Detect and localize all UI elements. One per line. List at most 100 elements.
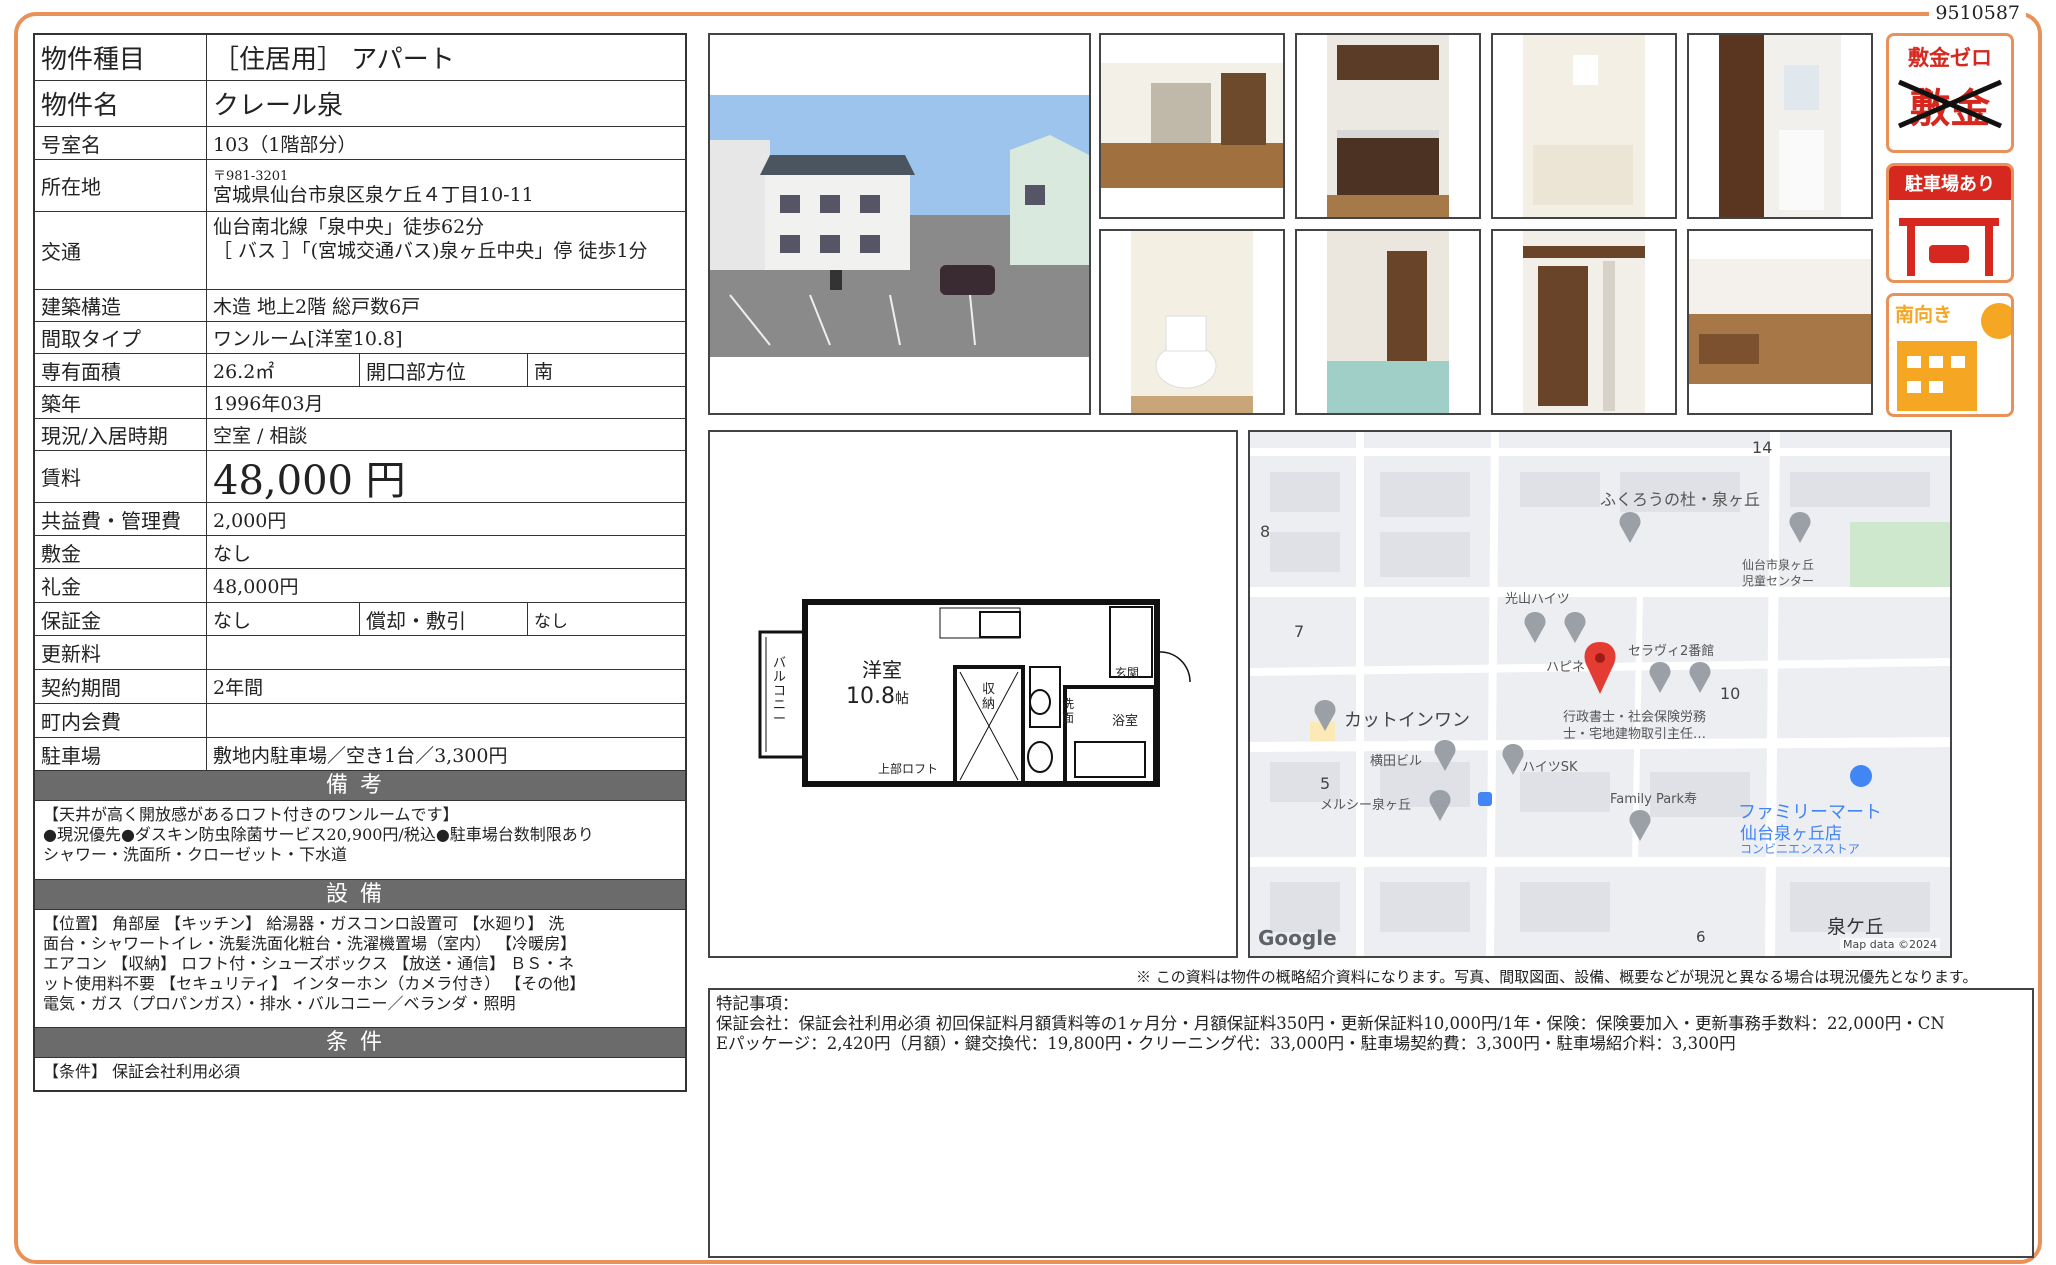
map-label: ハピネ	[1546, 660, 1586, 675]
contract-value: 2年間	[213, 677, 264, 699]
interior-photo-8	[1687, 229, 1873, 415]
room-label: 号室名	[35, 127, 207, 159]
contract-label: 契約期間	[35, 670, 207, 703]
special-notes-line: 保証会社：保証会社利用必須 初回保証料月額賃料等の1ヶ月分・月額保証料350円・…	[716, 1014, 1945, 1033]
interior-photo-5	[1099, 229, 1285, 415]
interior-photo-2	[1295, 33, 1481, 219]
cross-icon	[1898, 79, 2002, 129]
interior-photo-5-image	[1131, 231, 1253, 413]
assoc-value	[207, 704, 685, 737]
map-label: ハイツSK	[1522, 760, 1578, 775]
address-cell: 〒981-3201 宮城県仙台市泉区泉ケ丘４丁目10-11	[207, 160, 685, 211]
row-association: 町内会費	[35, 704, 685, 738]
parking-badge: 駐車場あり	[1886, 163, 2014, 283]
interior-photo-2-image	[1327, 35, 1449, 217]
row-fee: 共益費・管理費 2,000円	[35, 503, 685, 536]
type-label: 物件種目	[35, 35, 207, 80]
map-label: 横田ビル	[1370, 754, 1423, 769]
built-label: 築年	[35, 387, 207, 418]
google-logo: Google	[1258, 926, 1337, 950]
name-label: 物件名	[35, 81, 207, 126]
type-value: ［住居用］ アパート	[213, 45, 455, 75]
assoc-label: 町内会費	[35, 704, 207, 737]
conditions-header: 条件	[35, 1028, 685, 1058]
parking-label: 駐車場	[35, 738, 207, 770]
balcony-label: バルコニー	[773, 656, 787, 727]
deposit-zero-badge: 敷金ゼロ 敷金	[1886, 33, 2014, 153]
deposit-label: 敷金	[35, 536, 207, 568]
row-room: 号室名 103（1階部分）	[35, 127, 685, 160]
row-contract: 契約期間 2年間	[35, 670, 685, 704]
structure-value: 木造 地上2階 総戸数6戸	[213, 296, 421, 318]
disclaimer-note: ※ この資料は物件の概略紹介資料になります。写真、間取図面、設備、概要などが現況…	[1136, 968, 1978, 986]
map-label: セラヴィ2番館	[1628, 644, 1715, 659]
document-id: 9510587	[1929, 2, 2026, 24]
area-label: 専有面積	[35, 354, 207, 386]
map-label: 6	[1696, 928, 1706, 946]
map-label: 7	[1294, 622, 1305, 641]
entrance-label: 玄関	[1115, 666, 1140, 680]
row-deposit: 敷金 なし	[35, 536, 685, 569]
facilities-line: 【位置】 角部屋 【キッチン】 給湯器・ガスコンロ設置可 【水廻り】 洗	[43, 914, 565, 933]
washroom-label: 洗面	[1062, 697, 1075, 725]
map-label: 光山ハイツ	[1505, 592, 1570, 607]
map-label: Family Park寿	[1610, 792, 1698, 807]
facilities-line: 電気・ガス（プロパンガス）・排水・バルコニー／ベランダ・照明	[43, 994, 516, 1013]
special-notes-line: Eパッケージ：2,420円（月額）・鍵交換代：19,800円・クリーニング代：3…	[716, 1034, 1736, 1053]
map-label: 10	[1720, 684, 1741, 703]
rent-label: 賃料	[35, 451, 207, 502]
remarks-line: ●現況優先●ダスキン防虫除菌サービス20,900円/税込●駐車場台数制限あり	[43, 825, 594, 844]
map-label: 児童センター	[1742, 574, 1815, 588]
interior-photo-8-image	[1689, 259, 1871, 384]
structure-label: 建築構造	[35, 290, 207, 321]
room-size-value: 10.8	[846, 684, 895, 709]
conditions-block: 【条件】 保証会社利用必須	[35, 1058, 685, 1090]
south-facing-title: 南向き	[1895, 304, 1953, 326]
row-rent: 賃料 48,000 円	[35, 451, 685, 504]
row-address: 所在地 〒981-3201 宮城県仙台市泉区泉ケ丘４丁目10-11	[35, 160, 685, 212]
room-size: 10.8帖	[846, 684, 909, 709]
area-value: 26.2㎡	[207, 354, 360, 386]
traffic-label: 交通	[35, 212, 207, 289]
guarantee-value: なし	[207, 603, 360, 635]
amort-value: なし	[534, 611, 568, 632]
remarks-header: 備考	[35, 771, 685, 801]
map-credit: Map data ©2024	[1840, 938, 1940, 951]
name-value: クレール泉	[213, 91, 344, 121]
interior-photo-3	[1491, 33, 1677, 219]
map-label: メルシー泉ヶ丘	[1320, 798, 1412, 813]
location-map[interactable]: 14 ふくろうの杜・泉ヶ丘 8 仙台市泉ヶ丘 児童センター 光山ハイツ 7 ハピ…	[1248, 430, 1952, 958]
row-built: 築年 1996年03月	[35, 387, 685, 419]
remarks-line: 【天井が高く開放感があるロフト付きのワンルームです】	[43, 805, 459, 824]
parking-value: 敷地内駐車場／空き1台／3,300円	[213, 744, 508, 767]
interior-photo-1	[1099, 33, 1285, 219]
layout-label: 間取タイプ	[35, 322, 207, 353]
loft-label: 上部ロフト	[878, 762, 939, 776]
facilities-header: 設備	[35, 880, 685, 910]
room-value: 103（1階部分）	[213, 133, 357, 156]
renewal-value	[207, 636, 685, 669]
address-label: 所在地	[35, 160, 207, 211]
remarks-block: 【天井が高く開放感があるロフト付きのワンルームです】 ●現況優先●ダスキン防虫除…	[35, 801, 685, 880]
row-guarantee: 保証金 なし 償却・敷引 なし	[35, 603, 685, 636]
row-status: 現況/入居時期 空室 / 相談	[35, 419, 685, 451]
rent-value: 48,000 円	[213, 457, 406, 504]
deposit-crossed: 敷金	[1889, 76, 2011, 134]
row-traffic: 交通 仙台南北線「泉中央」徒歩62分 ［ バス ］「(宮城交通バス)泉ヶ丘中央」…	[35, 212, 685, 290]
deposit-value: なし	[213, 542, 252, 565]
amort-label: 償却・敷引	[360, 603, 528, 635]
row-name: 物件名 クレール泉	[35, 81, 685, 127]
traffic-cell: 仙台南北線「泉中央」徒歩62分 ［ バス ］「(宮城交通バス)泉ヶ丘中央」停 徒…	[207, 212, 685, 289]
interior-photo-3-image	[1523, 35, 1645, 217]
status-value: 空室 / 相談	[213, 425, 308, 447]
row-key-money: 礼金 48,000円	[35, 569, 685, 603]
map-label: 14	[1752, 438, 1773, 457]
fee-value: 2,000円	[213, 509, 287, 532]
special-notes: 特記事項： 保証会社：保証会社利用必須 初回保証料月額賃料等の1ヶ月分・月額保証…	[708, 988, 2034, 1258]
direction-label: 開口部方位	[360, 354, 528, 386]
interior-photo-6-image	[1327, 231, 1449, 413]
row-renewal: 更新料	[35, 636, 685, 670]
conditions-line: 【条件】 保証会社利用必須	[43, 1062, 241, 1081]
storage-label: 収納	[982, 682, 996, 712]
traffic-line-1: 仙台南北線「泉中央」徒歩62分	[213, 216, 485, 238]
